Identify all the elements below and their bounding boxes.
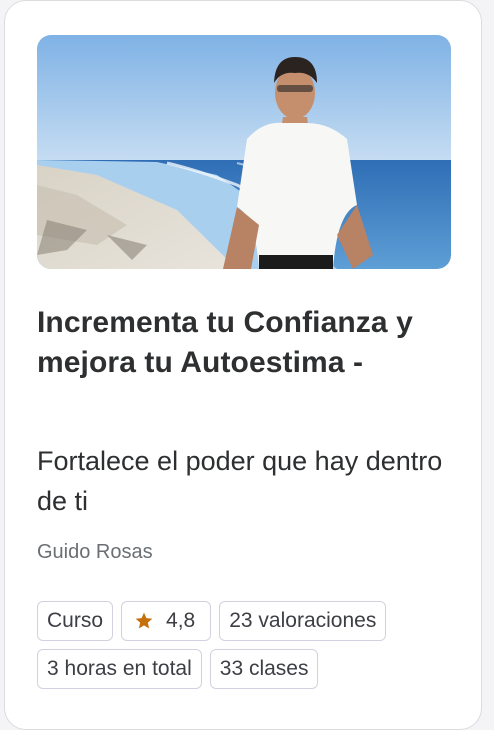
badge-row: 3 horas en total 33 clases <box>37 649 457 689</box>
course-title[interactable]: Incrementa tu Confianza y mejora tu Auto… <box>37 303 457 383</box>
lessons-badge: 33 clases <box>209 649 319 689</box>
rating-value: 4,8 <box>166 609 196 632</box>
course-type-badge: Curso <box>37 601 114 641</box>
reviews-badge: 23 valoraciones <box>219 601 387 641</box>
instructor-name[interactable]: Guido Rosas <box>37 538 153 566</box>
star-icon <box>135 612 153 629</box>
course-card[interactable]: Incrementa tu Confianza y mejora tu Auto… <box>4 0 482 730</box>
course-subtitle: Fortalece el poder que hay dentro de ti <box>37 446 443 516</box>
course-thumbnail[interactable] <box>37 35 451 269</box>
rating-badge: 4,8 <box>121 601 212 641</box>
badge-row: Curso 4,8 23 valoraciones <box>37 601 457 641</box>
course-badges: Curso 4,8 23 valoraciones 3 horas en tot… <box>37 601 457 697</box>
duration-badge: 3 horas en total <box>37 649 202 689</box>
beach-photo <box>37 35 451 269</box>
